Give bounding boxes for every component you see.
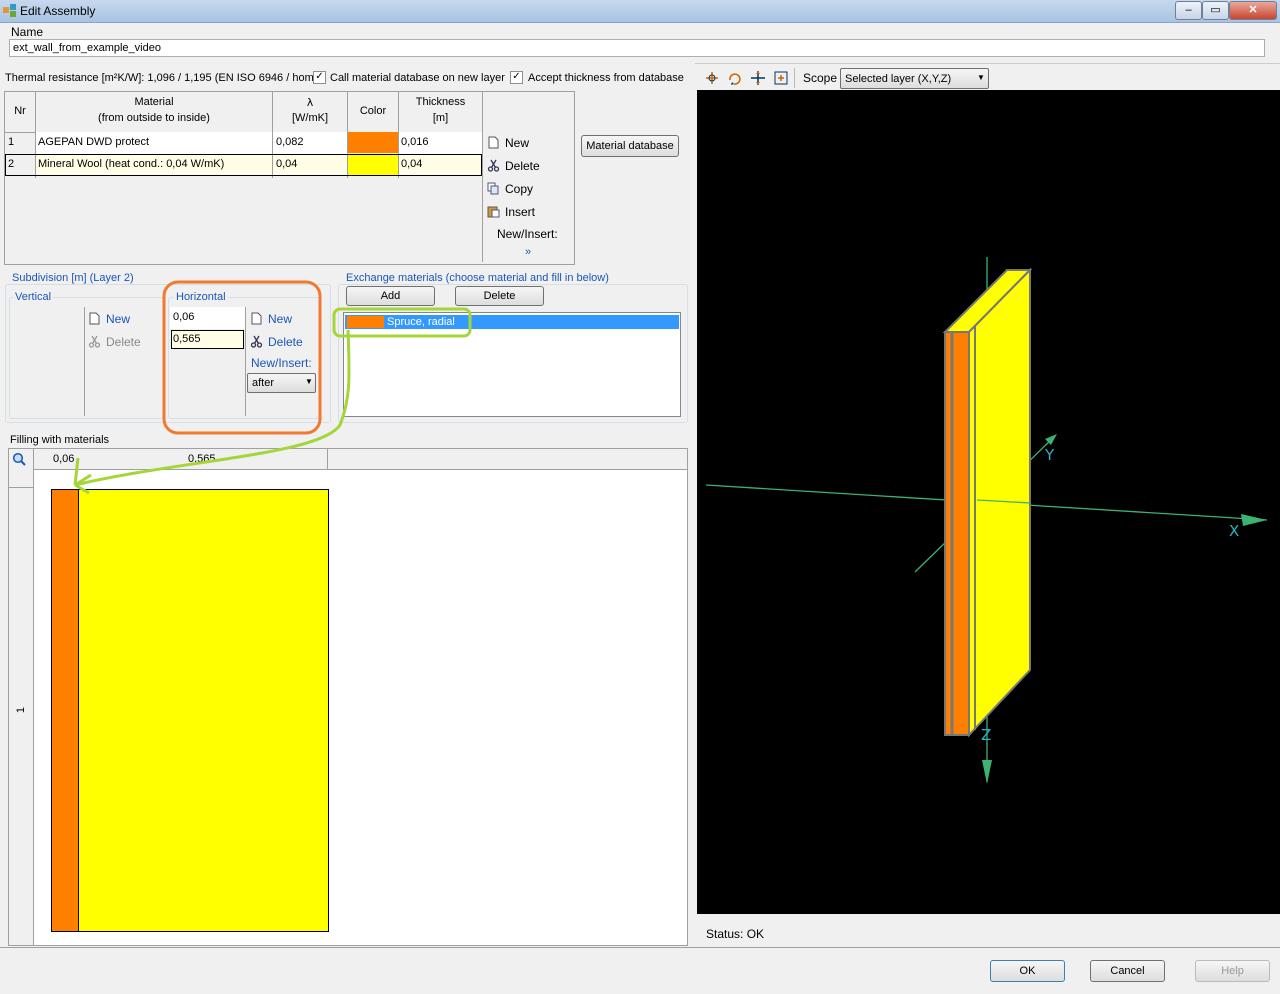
table-row[interactable]: 2 Mineral Wool (heat cond.: 0,04 W/mK) 0… [5,154,482,176]
horizontal-value[interactable]: 0,06 [173,311,194,323]
name-input[interactable] [9,39,1265,57]
help-button[interactable]: Help [1195,960,1270,982]
row-color-swatch[interactable] [348,155,398,175]
insert-position-select[interactable]: after ▼ [247,373,316,393]
layers-grid[interactable]: Nr Material (from outside to inside) λ [… [4,91,575,265]
row-color-swatch[interactable] [348,132,398,153]
paste-icon [487,206,500,218]
exchange-delete-button[interactable]: Delete [455,286,544,306]
exchange-title: Exchange materials (choose material and … [344,272,611,284]
col-lambda-subheader: [W/mK] [291,112,329,124]
z-axis-label: Z [981,726,992,744]
horizontal-list[interactable]: 0,06 0,565 [170,307,246,416]
title-bar[interactable]: Edit Assembly – ▭ ✕ [0,0,1280,23]
vertical-new-button[interactable]: New [88,312,130,326]
layer-new-button[interactable]: New [487,136,529,150]
cancel-button[interactable]: Cancel [1090,960,1165,982]
table-row[interactable]: 1 AGEPAN DWD protect 0,082 0,016 [5,132,482,155]
horizontal-new-insert-label: New/Insert: [251,356,312,370]
row-material[interactable]: Mineral Wool (heat cond.: 0,04 W/mK) [38,158,224,170]
call-db-checkbox[interactable]: ✓ [313,71,326,84]
new-document-icon [488,136,499,149]
3d-viewport[interactable]: X Y Z [697,90,1280,914]
subdivision-title: Subdivision [m] (Layer 2) [10,272,136,284]
scissors-icon [250,335,263,348]
horizontal-new-button[interactable]: New [250,312,292,326]
col-thickness-header: Thickness [415,96,466,108]
row-thickness[interactable]: 0,016 [401,136,429,148]
row-nr: 2 [8,158,15,170]
col-material-header: Material [134,96,174,108]
exchange-list[interactable]: Spruce, radial [343,312,681,417]
x-axis-arrow [1241,514,1267,526]
vertical-list[interactable] [11,307,85,416]
col-nr-header: Nr [14,105,26,117]
name-label: Name [11,25,44,39]
footer-divider [0,947,1280,948]
material-color-swatch [347,316,384,328]
close-button[interactable]: ✕ [1229,1,1277,20]
col-thickness-subheader: [m] [432,112,449,124]
scissors-icon [487,159,500,172]
scope-select[interactable]: Selected layer (X,Y,Z) ▼ [840,68,989,89]
row-material[interactable]: AGEPAN DWD protect [38,136,149,148]
status-text: Status: OK [706,927,765,941]
thermal-resistance-text: Thermal resistance [m²K/W]: 1,096 / 1,19… [5,72,320,84]
exchange-add-button[interactable]: Add [346,286,435,306]
layer-new-insert-label: New/Insert: [497,227,558,241]
ok-button[interactable]: OK [990,960,1065,982]
wall-front-face [944,331,970,736]
copy-icon [487,182,499,195]
layer-insert-button[interactable]: Insert [487,205,535,219]
layer-delete-button[interactable]: Delete [487,159,540,173]
view-toolbar: Scope Selected layer (X,Y,Z) ▼ [695,63,1280,92]
app-icon [3,4,16,17]
pan-icon[interactable] [750,70,766,86]
chevron-down-icon: ▼ [305,377,313,386]
layer-copy-button[interactable]: Copy [487,182,533,196]
accept-thickness-checkbox[interactable]: ✓ [510,71,523,84]
filling-row-label: 1 [15,706,28,714]
rotate-icon[interactable] [727,70,743,86]
col-material-subheader: (from outside to inside) [98,112,210,124]
maximize-button[interactable]: ▭ [1202,1,1229,20]
vertical-delete-button[interactable]: Delete [88,335,141,349]
filling-cell-orange[interactable] [52,490,79,931]
row-lambda[interactable]: 0,082 [276,136,304,148]
horizontal-value[interactable]: 0,565 [173,333,201,345]
accept-thickness-label: Accept thickness from database [528,72,684,84]
scissors-icon [88,335,101,348]
horizontal-delete-button[interactable]: Delete [250,335,303,349]
y-axis-label: Y [1045,446,1055,464]
horizontal-label: Horizontal [174,291,228,303]
minimize-button[interactable]: – [1175,1,1202,20]
chevron-down-icon: ▼ [977,73,985,82]
list-item[interactable]: Spruce, radial [345,315,679,329]
call-db-label: Call material database on new layer [330,72,505,84]
row-nr: 1 [8,136,15,148]
filling-grid[interactable]: 0,06 0,565 1 [8,448,688,946]
filling-col-label: 0,06 [53,453,75,465]
filling-col-label: 0,565 [188,453,216,465]
filling-cell-yellow[interactable] [79,490,328,931]
new-document-icon [251,312,262,325]
window-title: Edit Assembly [20,4,96,18]
col-color-header: Color [359,105,387,117]
vertical-label: Vertical [13,291,54,303]
3d-scene[interactable] [697,90,1280,914]
filling-cells[interactable] [51,489,329,932]
x-axis-label: X [1229,522,1240,540]
filling-title: Filling with materials [10,434,110,446]
scope-label: Scope [803,71,838,85]
layer-more-button[interactable]: » [525,246,531,258]
zoom-extents-icon[interactable] [704,70,720,86]
z-axis-arrow [982,760,992,784]
row-thickness[interactable]: 0,04 [401,158,422,170]
col-lambda-header: λ [306,96,314,109]
material-database-button[interactable]: Material database [581,135,679,157]
new-document-icon [89,312,100,325]
zoom-icon[interactable] [12,452,26,466]
row-lambda[interactable]: 0,04 [276,158,297,170]
fit-view-icon[interactable] [773,70,789,86]
